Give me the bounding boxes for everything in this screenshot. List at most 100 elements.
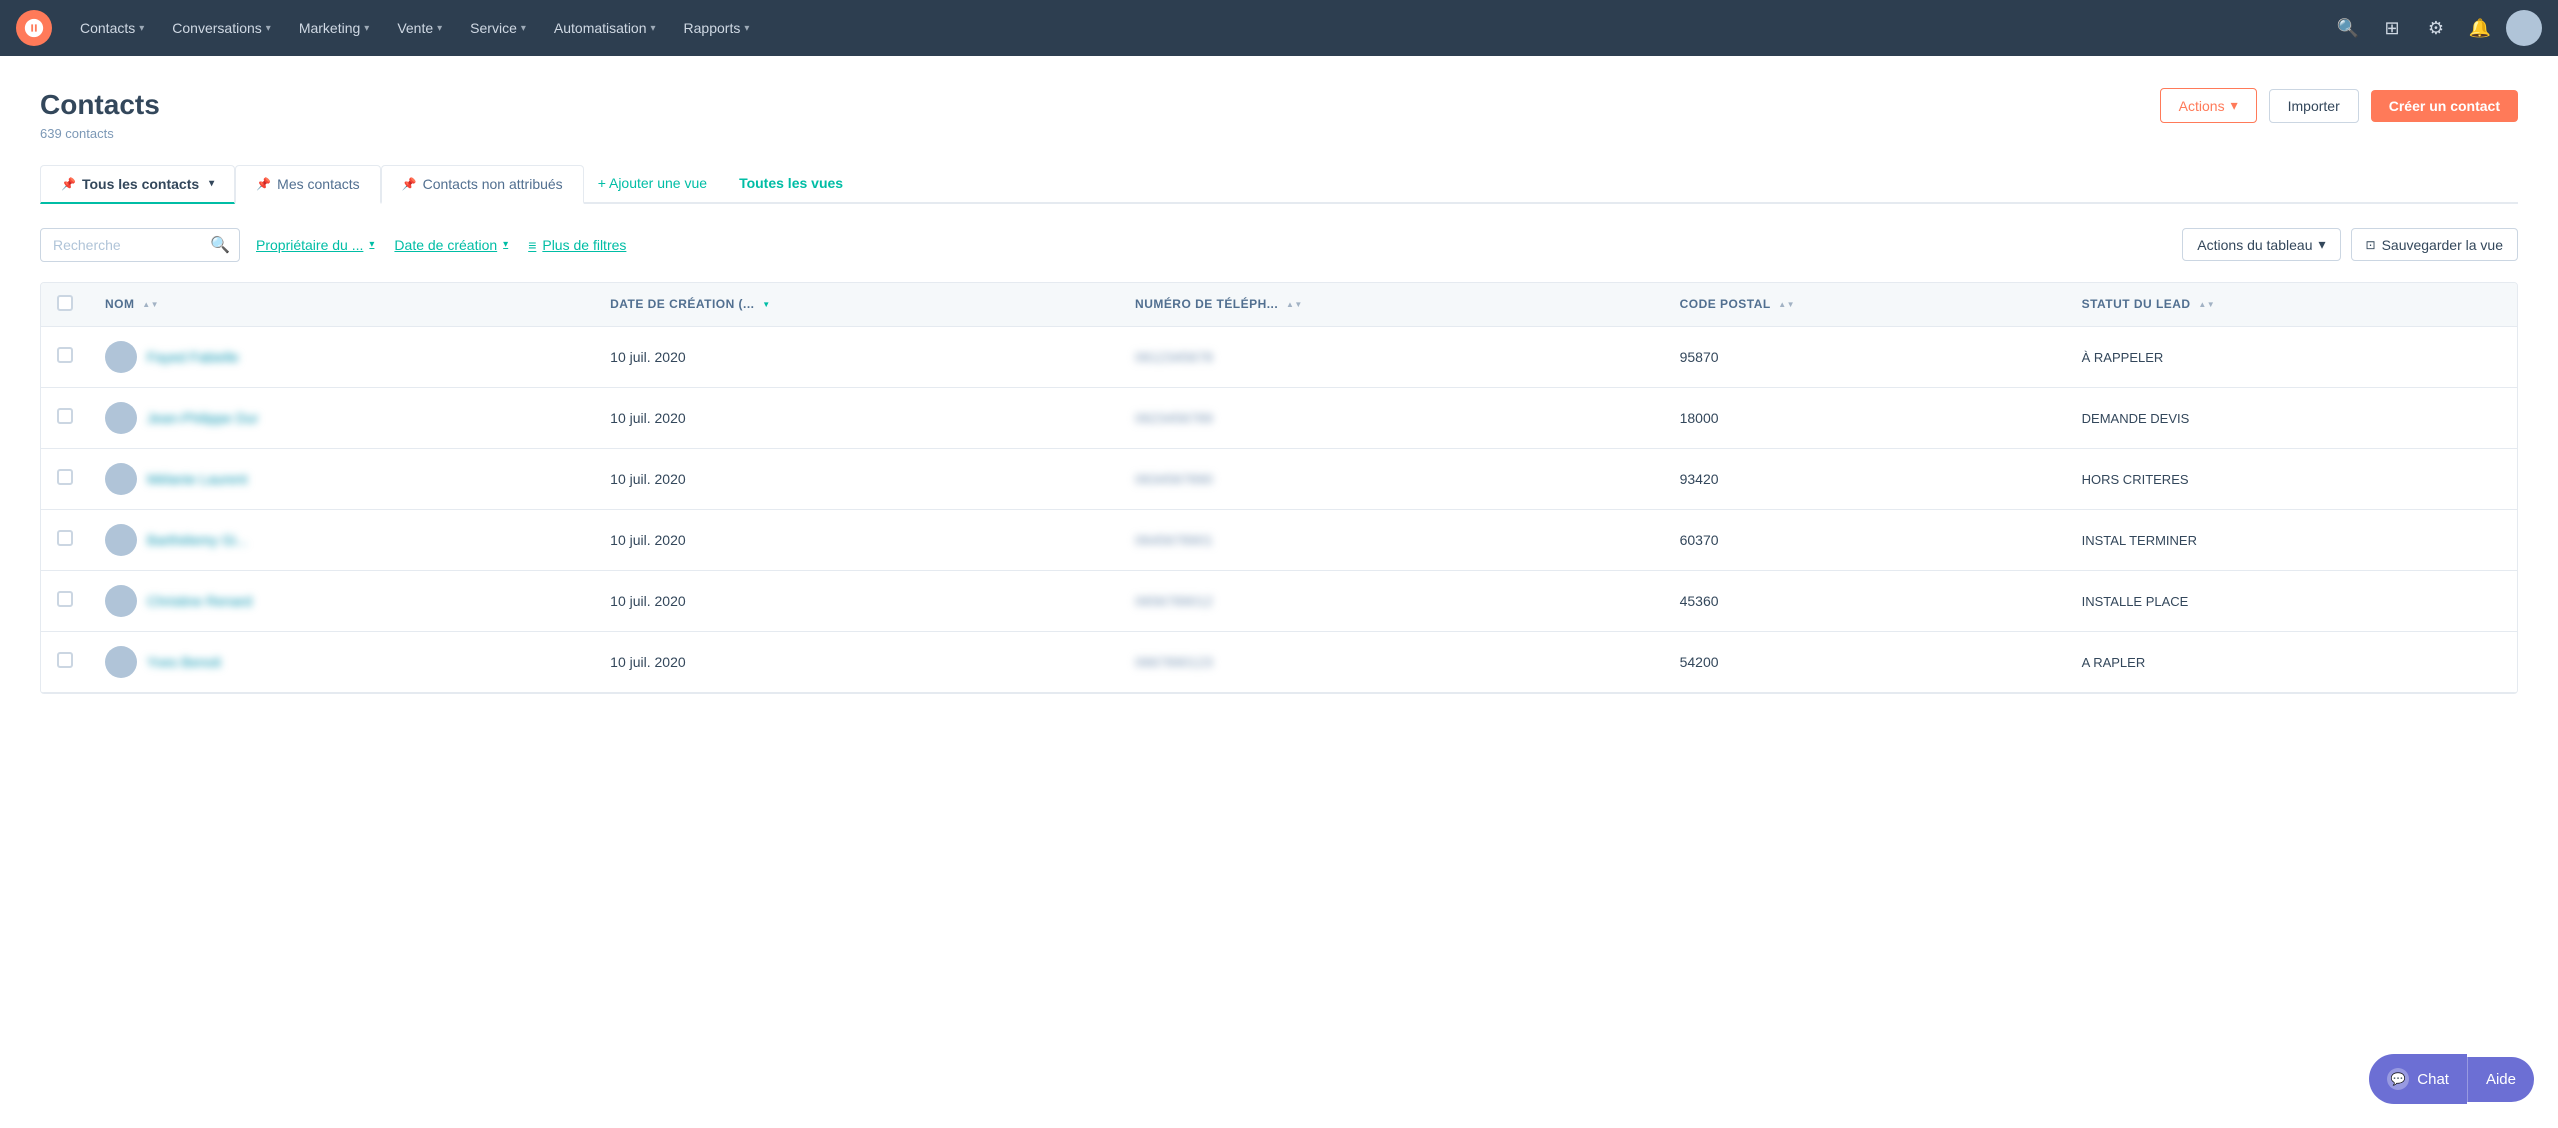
col-telephone: NUMÉRO DE TÉLÉPH... ▲▼ [1119, 283, 1664, 327]
tab-contacts-non-attribues[interactable]: 📌 Contacts non attribués [381, 165, 584, 204]
chevron-down-icon: ▾ [651, 23, 656, 34]
contact-name-cell: Barthélemy Gi... [89, 509, 594, 570]
plus-filtres-button[interactable]: ≡ Plus de filtres [524, 229, 630, 261]
contacts-count: 639 contacts [40, 126, 160, 141]
contact-date: 10 juil. 2020 [594, 448, 1119, 509]
contact-phone: 0623456789 [1119, 387, 1664, 448]
sort-icon[interactable]: ▲▼ [1286, 300, 1303, 309]
contact-name-cell: Mélanie Laurent [89, 448, 594, 509]
sort-icon[interactable]: ▲▼ [142, 300, 159, 309]
sort-icon[interactable]: ▲▼ [1778, 300, 1795, 309]
row-checkbox[interactable] [57, 530, 73, 546]
row-checkbox[interactable] [57, 469, 73, 485]
contact-phone: 0634567890 [1119, 448, 1664, 509]
contact-postal: 54200 [1664, 631, 2066, 692]
row-checkbox-cell [41, 448, 89, 509]
row-checkbox-cell [41, 570, 89, 631]
contact-name-link[interactable]: Barthélemy Gi... [147, 532, 247, 548]
top-navigation: Contacts ▾ Conversations ▾ Marketing ▾ V… [0, 0, 2558, 56]
contact-name-link[interactable]: Fayed Fabielle [147, 349, 239, 365]
contact-name-cell: Jean-Philippe Dur [89, 387, 594, 448]
contact-phone: 0667890123 [1119, 631, 1664, 692]
pin-icon: 📌 [402, 177, 417, 191]
nav-contacts[interactable]: Contacts ▾ [68, 12, 156, 44]
contact-status: DEMANDE DEVIS [2066, 387, 2517, 448]
all-views-button[interactable]: Toutes les vues [725, 165, 857, 202]
settings-icon[interactable]: ⚙ [2418, 10, 2454, 46]
page-actions: Actions ▾ Importer Créer un contact [2160, 88, 2518, 123]
contact-name-link[interactable]: Christine Renard [147, 593, 252, 609]
chevron-down-icon: ▾ [521, 23, 526, 34]
contact-avatar [105, 646, 137, 678]
contact-date: 10 juil. 2020 [594, 326, 1119, 387]
row-checkbox[interactable] [57, 347, 73, 363]
sauvegarder-vue-button[interactable]: ⊡ Sauvegarder la vue [2351, 228, 2518, 261]
contacts-table: NOM ▲▼ DATE DE CRÉATION (... ▼ NUMÉRO DE… [40, 282, 2518, 694]
nav-marketing[interactable]: Marketing ▾ [287, 12, 382, 44]
proprietaire-filter[interactable]: Propriétaire du ... ▾ [252, 229, 378, 261]
sort-icon-active[interactable]: ▼ [762, 300, 770, 309]
hubspot-logo[interactable] [16, 10, 52, 46]
contact-status: HORS CRITERES [2066, 448, 2517, 509]
chevron-down-icon: ▾ [2318, 236, 2325, 253]
nav-rapports[interactable]: Rapports ▾ [672, 12, 762, 44]
search-icon[interactable]: 🔍 [210, 235, 230, 255]
row-checkbox-cell [41, 509, 89, 570]
add-view-button[interactable]: + Ajouter une vue [584, 165, 721, 202]
contact-postal: 45360 [1664, 570, 2066, 631]
nav-automatisation[interactable]: Automatisation ▾ [542, 12, 668, 44]
table-row: Mélanie Laurent 10 juil. 2020 0634567890… [41, 448, 2517, 509]
tab-mes-contacts[interactable]: 📌 Mes contacts [235, 165, 380, 204]
notifications-icon[interactable]: 🔔 [2462, 10, 2498, 46]
nav-conversations[interactable]: Conversations ▾ [160, 12, 283, 44]
contact-postal: 95870 [1664, 326, 2066, 387]
actions-button[interactable]: Actions ▾ [2160, 88, 2257, 123]
select-all-checkbox[interactable] [57, 295, 73, 311]
contact-name-link[interactable]: Jean-Philippe Dur [147, 410, 258, 426]
row-checkbox-cell [41, 387, 89, 448]
contact-postal: 93420 [1664, 448, 2066, 509]
chevron-down-icon: ▾ [744, 23, 749, 34]
row-checkbox[interactable] [57, 591, 73, 607]
contacts-tabs: 📌 Tous les contacts ▾ 📌 Mes contacts 📌 C… [40, 165, 2518, 204]
marketplace-icon[interactable]: ⊞ [2374, 10, 2410, 46]
col-statut-lead: STATUT DU LEAD ▲▼ [2066, 283, 2517, 327]
chat-button[interactable]: 💬 Chat [2369, 1054, 2467, 1104]
topnav-right-section: 🔍 ⊞ ⚙ 🔔 [2330, 10, 2542, 46]
contact-name-link[interactable]: Mélanie Laurent [147, 471, 247, 487]
table-row: Yves Benoit 10 juil. 2020 0667890123 542… [41, 631, 2517, 692]
avatar[interactable] [2506, 10, 2542, 46]
nav-service[interactable]: Service ▾ [458, 12, 538, 44]
actions-tableau-button[interactable]: Actions du tableau ▾ [2182, 228, 2340, 261]
select-all-header[interactable] [41, 283, 89, 327]
table-row: Christine Renard 10 juil. 2020 065678901… [41, 570, 2517, 631]
contact-avatar [105, 585, 137, 617]
table-row: Barthélemy Gi... 10 juil. 2020 064567890… [41, 509, 2517, 570]
contact-status: INSTAL TERMINER [2066, 509, 2517, 570]
contact-phone: 0645678901 [1119, 509, 1664, 570]
search-icon[interactable]: 🔍 [2330, 10, 2366, 46]
row-checkbox[interactable] [57, 408, 73, 424]
chat-icon: 💬 [2387, 1068, 2409, 1090]
search-box: 🔍 [40, 228, 240, 262]
import-button[interactable]: Importer [2269, 89, 2359, 123]
contact-avatar [105, 402, 137, 434]
sort-icon[interactable]: ▲▼ [2198, 300, 2215, 309]
contact-avatar [105, 341, 137, 373]
col-nom: NOM ▲▼ [89, 283, 594, 327]
chevron-down-icon: ▾ [209, 178, 214, 189]
create-contact-button[interactable]: Créer un contact [2371, 90, 2518, 122]
nav-vente[interactable]: Vente ▾ [385, 12, 454, 44]
chevron-down-icon: ▾ [364, 23, 369, 34]
contact-date: 10 juil. 2020 [594, 631, 1119, 692]
col-code-postal: CODE POSTAL ▲▼ [1664, 283, 2066, 327]
contact-avatar [105, 524, 137, 556]
contact-postal: 60370 [1664, 509, 2066, 570]
table-row: Fayed Fabielle 10 juil. 2020 0612345678 … [41, 326, 2517, 387]
aide-button[interactable]: Aide [2467, 1057, 2534, 1102]
date-creation-filter[interactable]: Date de création ▾ [390, 229, 512, 261]
contact-name-link[interactable]: Yves Benoit [147, 654, 221, 670]
row-checkbox[interactable] [57, 652, 73, 668]
filters-right: Actions du tableau ▾ ⊡ Sauvegarder la vu… [2182, 228, 2518, 261]
tab-tous-les-contacts[interactable]: 📌 Tous les contacts ▾ [40, 165, 235, 204]
